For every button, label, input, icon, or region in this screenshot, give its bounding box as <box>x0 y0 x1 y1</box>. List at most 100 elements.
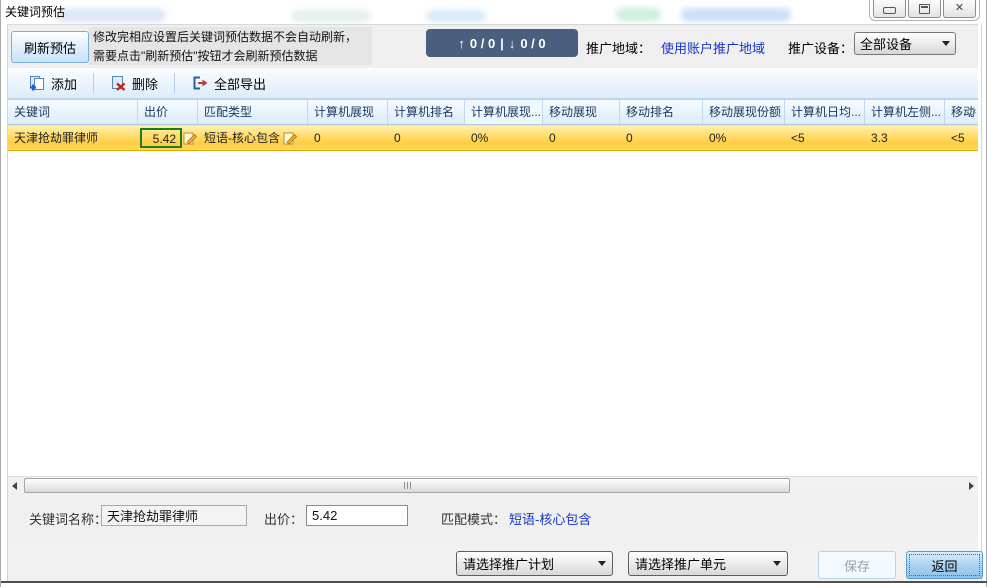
region-label: 推广地域： <box>586 38 651 57</box>
cell-mobile-daily-avg: <5 <box>945 126 965 150</box>
refresh-note-line2: 需要点击"刷新预估"按钮才会刷新预估数据 <box>93 47 368 66</box>
keyword-row-selected[interactable]: 天津抢劫罪律师 5.42 短语-核心包含 0 0 0% 0 0 0% <5 3.… <box>8 125 978 151</box>
thumb-grip <box>404 482 405 489</box>
bid-label: 出价： <box>264 509 303 528</box>
keyword-name-label: 关键词名称： <box>29 509 107 528</box>
match-type-value: 短语-核心包含 <box>204 126 280 150</box>
delete-button-label: 删除 <box>132 74 158 93</box>
save-button[interactable]: 保存 <box>818 551 896 579</box>
cell-bid[interactable]: 5.42 <box>138 126 198 150</box>
minimize-button[interactable] <box>873 0 906 18</box>
keyword-estimate-window: 关键词预估 ✕ 刷新预估 修改完相应设置后关键词预估数据不会自动刷新， 需要点击… <box>0 0 987 587</box>
down-arrow-icon: ↓ <box>509 36 516 51</box>
grid-header: 关键词 出价 匹配类型 计算机展现 计算机排名 计算机展现... 移动展现 移动… <box>8 99 978 125</box>
column-header-mobile-impressions[interactable]: 移动展现 <box>543 100 620 124</box>
export-icon <box>191 75 209 91</box>
column-header-match-type[interactable]: 匹配类型 <box>198 100 308 124</box>
column-header-mobile-impression-share[interactable]: 移动展现份额 <box>703 100 785 124</box>
device-label: 推广设备： <box>788 38 853 57</box>
grid-toolbar: 添加 删除 全部导出 <box>8 68 978 99</box>
scrollbar-thumb[interactable] <box>24 478 790 493</box>
unit-dropdown-value: 请选择推广单元 <box>635 554 726 573</box>
cell-mobile-impressions: 0 <box>543 126 620 150</box>
region-link[interactable]: 使用账户推广地域 <box>661 38 765 57</box>
thumb-grip <box>407 482 408 489</box>
edit-fields-panel: 关键词名称： 出价： 匹配模式： 短语-核心包含 <box>8 493 978 541</box>
device-dropdown[interactable]: 全部设备 <box>854 32 956 55</box>
cell-mobile-rank: 0 <box>620 126 703 150</box>
cell-pc-left: 3.3 <box>865 126 945 150</box>
column-settings-gear-icon[interactable]: ⚙ <box>965 105 977 118</box>
maximize-icon <box>919 4 930 14</box>
bid-field[interactable] <box>306 505 408 526</box>
window-bottom-border <box>1 581 987 583</box>
bid-value-box[interactable]: 5.42 <box>140 128 182 148</box>
column-header-pc-daily-avg[interactable]: 计算机日均... <box>785 100 865 124</box>
match-mode-link[interactable]: 短语-核心包含 <box>509 509 591 528</box>
delete-keyword-button[interactable]: 删除 <box>101 71 167 96</box>
edit-bid-icon[interactable] <box>183 131 198 146</box>
column-header-keyword[interactable]: 关键词 <box>8 100 138 124</box>
window-title: 关键词预估 <box>5 3 65 20</box>
up-counter: 0 / 0 <box>470 36 495 51</box>
title-bar: 关键词预估 ✕ <box>1 0 986 24</box>
horizontal-scrollbar[interactable] <box>8 476 978 493</box>
chevron-down-icon <box>942 41 950 46</box>
thumb-grip <box>410 482 411 489</box>
background-artifact <box>56 9 166 22</box>
back-button[interactable]: 返回 <box>906 551 983 579</box>
scroll-right-icon[interactable] <box>969 482 974 490</box>
cell-pc-daily-avg: <5 <box>785 126 865 150</box>
toolbar-divider <box>174 73 175 93</box>
cell-pc-rank: 0 <box>388 126 465 150</box>
match-mode-label: 匹配模式： <box>441 509 506 528</box>
device-dropdown-value: 全部设备 <box>860 34 912 53</box>
export-all-button[interactable]: 全部导出 <box>182 71 275 96</box>
chevron-down-icon <box>773 561 781 566</box>
up-arrow-icon: ↑ <box>458 36 465 51</box>
scroll-left-icon[interactable] <box>12 482 17 490</box>
unit-dropdown[interactable]: 请选择推广单元 <box>628 551 788 576</box>
refresh-note: 修改完相应设置后关键词预估数据不会自动刷新， 需要点击"刷新预估"按钮才会刷新预… <box>89 27 372 65</box>
minimize-icon <box>883 7 896 14</box>
column-header-pc-impression-share[interactable]: 计算机展现... <box>465 100 543 124</box>
export-button-label: 全部导出 <box>214 74 266 93</box>
background-artifact <box>291 10 371 22</box>
bid-adjust-counter-button[interactable]: ↑ 0 / 0 | ↓ 0 / 0 <box>426 29 578 57</box>
plan-dropdown-value: 请选择推广计划 <box>463 554 554 573</box>
column-header-mobile-rank[interactable]: 移动排名 <box>620 100 703 124</box>
down-counter: 0 / 0 <box>520 36 545 51</box>
refresh-note-line1: 修改完相应设置后关键词预估数据不会自动刷新， <box>93 28 368 47</box>
counter-separator: | <box>500 36 504 51</box>
chevron-down-icon <box>598 561 606 566</box>
background-artifact <box>426 10 486 22</box>
cell-mobile-impression-share: 0% <box>703 126 785 150</box>
footer-panel: 请选择推广计划 请选择推广单元 保存 返回 <box>8 541 978 581</box>
frame-border-right <box>981 24 982 582</box>
cell-match-type[interactable]: 短语-核心包含 <box>198 126 308 150</box>
background-artifact <box>616 8 661 21</box>
cell-pc-impression-share: 0% <box>465 126 543 150</box>
window-controls: ✕ <box>869 0 980 21</box>
column-header-bid[interactable]: 出价 <box>138 100 198 124</box>
delete-icon <box>110 75 127 91</box>
column-header-pc-left[interactable]: 计算机左侧... <box>865 100 945 124</box>
grid-empty-area <box>8 151 978 476</box>
edit-match-type-icon[interactable] <box>283 131 298 146</box>
background-artifact <box>681 8 791 22</box>
maximize-button[interactable] <box>908 0 941 18</box>
keyword-name-field[interactable] <box>101 505 247 526</box>
column-header-pc-rank[interactable]: 计算机排名 <box>388 100 465 124</box>
close-icon: ✕ <box>955 3 964 14</box>
toolbar-divider <box>93 73 94 93</box>
close-button[interactable]: ✕ <box>943 0 976 18</box>
refresh-estimate-button[interactable]: 刷新预估 <box>11 31 89 63</box>
add-icon <box>29 75 46 91</box>
cell-keyword[interactable]: 天津抢劫罪律师 <box>8 126 138 150</box>
add-button-label: 添加 <box>51 74 77 93</box>
cell-pc-impressions: 0 <box>308 126 388 150</box>
refresh-panel: 刷新预估 修改完相应设置后关键词预估数据不会自动刷新， 需要点击"刷新预估"按钮… <box>8 24 978 69</box>
plan-dropdown[interactable]: 请选择推广计划 <box>456 551 613 576</box>
column-header-pc-impressions[interactable]: 计算机展现 <box>308 100 388 124</box>
add-keyword-button[interactable]: 添加 <box>20 71 86 96</box>
